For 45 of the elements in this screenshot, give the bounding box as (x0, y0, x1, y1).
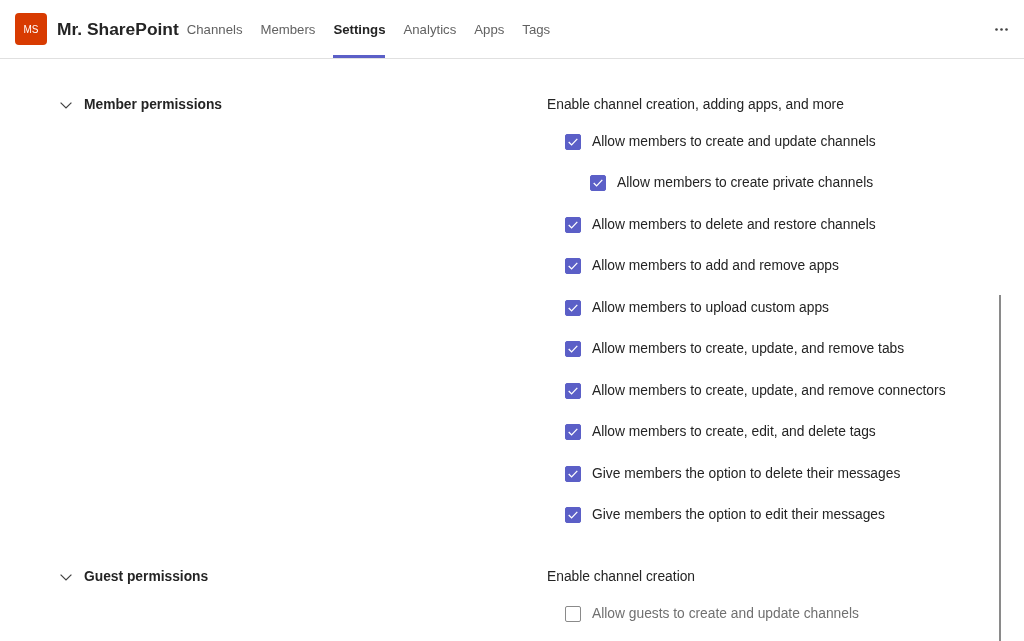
tab[interactable]: Apps (474, 0, 505, 58)
checkmark-icon (568, 469, 578, 478)
checkbox-label: Give members the option to edit their messages (592, 506, 885, 525)
checkmark-icon (568, 220, 578, 229)
checkbox[interactable] (565, 424, 581, 441)
tab[interactable]: Analytics (403, 0, 457, 58)
checkbox-label: Allow members to upload custom apps (592, 298, 829, 317)
tab[interactable]: Tags (522, 0, 551, 58)
checkbox[interactable] (565, 258, 581, 275)
checkbox-label: Allow members to create, update, and remove tabs (592, 340, 905, 359)
section-description: Enable channel creation, adding apps, and more (547, 96, 844, 114)
team-name: Mr. SharePoint (57, 18, 179, 40)
checkbox[interactable] (565, 133, 581, 150)
checkbox-label: Allow members to delete and restore channels (592, 215, 876, 234)
checkmark-icon (593, 179, 603, 188)
checkbox[interactable] (565, 299, 581, 316)
tab[interactable]: Settings (333, 0, 386, 58)
checkbox-label: Allow members to create private channels (617, 174, 874, 193)
scrollbar-thumb[interactable] (999, 295, 1001, 641)
checkbox[interactable] (565, 341, 581, 358)
checkmark-icon (568, 262, 578, 271)
checkbox-label: Allow members to create and update channels (592, 132, 876, 151)
checkmark-icon (568, 428, 578, 437)
section-description: Enable channel creation (547, 568, 696, 586)
section-title: Member permissions (84, 96, 223, 114)
checkmark-icon (568, 386, 578, 395)
checkmark-icon (568, 345, 578, 354)
checkbox[interactable] (565, 216, 581, 233)
tab[interactable]: Channels (186, 0, 243, 58)
checkbox[interactable] (565, 382, 581, 399)
tab[interactable]: Members (260, 0, 316, 58)
checkbox[interactable] (565, 465, 581, 482)
more-options-icon (995, 27, 1008, 31)
checkmark-icon (568, 137, 578, 146)
checkbox-label: Give members the option to delete their messages (592, 464, 901, 483)
checkbox[interactable] (565, 507, 581, 524)
checkbox-label: Allow guests to create and update channels (592, 604, 859, 623)
team-avatar: MS (15, 13, 47, 45)
checkbox-label: Allow members to add and remove apps (592, 257, 839, 276)
checkbox[interactable] (590, 175, 606, 192)
checkmark-icon (568, 303, 578, 312)
section-title: Guest permissions (84, 568, 209, 586)
checkbox-label: Allow members to create, edit, and delete tags (592, 423, 876, 442)
checkbox-label: Allow members to create, update, and remove connectors (592, 381, 946, 400)
checkmark-icon (568, 511, 578, 520)
